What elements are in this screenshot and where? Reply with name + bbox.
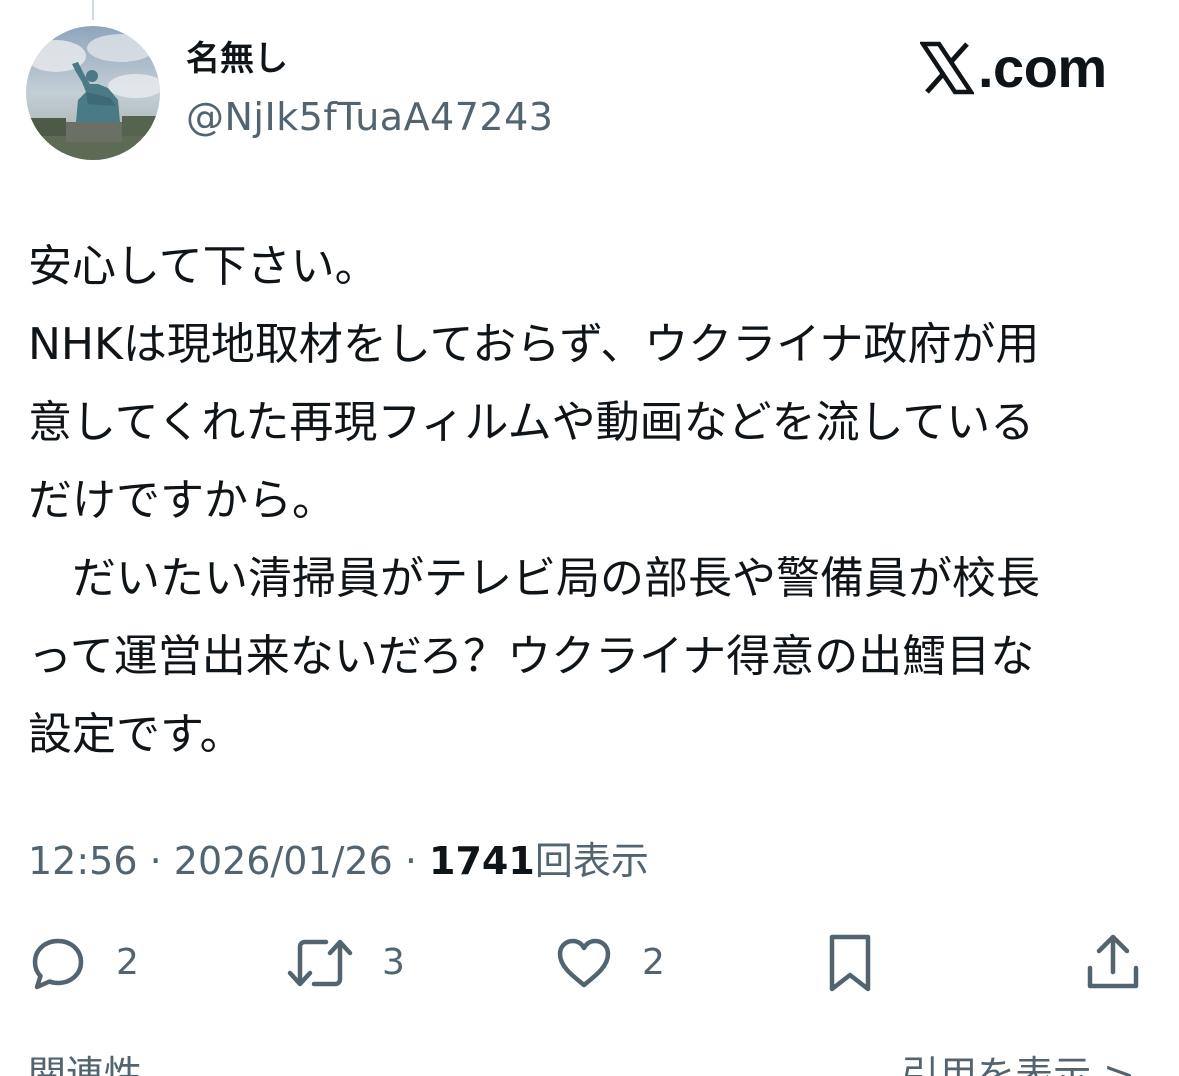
reply-count: 2 [116, 942, 139, 983]
post-metadata: 12:56 · 2026/01/26 · 1741回表示 [28, 838, 649, 884]
repost-button[interactable]: 3 [286, 928, 405, 998]
avatar-statue-image [26, 26, 160, 160]
post-line: だけですから。 [28, 475, 336, 526]
like-button[interactable]: 2 [554, 928, 665, 998]
bookmark-button[interactable] [824, 928, 876, 998]
avatar[interactable] [26, 26, 160, 160]
author-handle[interactable]: @NjIk5fTuaA47243 [186, 98, 553, 136]
meta-separator: · [392, 839, 430, 883]
repost-icon [287, 939, 353, 987]
view-quotes-link[interactable]: 引用を表示 > [901, 1056, 1135, 1076]
meta-separator: · [137, 839, 174, 883]
share-icon [1087, 934, 1139, 989]
repost-count: 3 [382, 942, 405, 983]
post-line: 設定です。 [28, 709, 244, 760]
post-line: だいたい清掃員がテレビ局の部長や警備員が校長 [28, 553, 1040, 604]
bottom-controls-row: 関連性 引用を表示 > [0, 1052, 1179, 1076]
brand-watermark: .com [920, 38, 1107, 98]
sort-relevance-button[interactable]: 関連性 [28, 1056, 142, 1076]
bookmark-icon [829, 934, 871, 992]
views-count: 1741 [429, 839, 535, 883]
author-name[interactable]: 名無し [186, 42, 288, 76]
post-line: 安心して下さい。 [28, 241, 379, 292]
post-body: 安心して下さい。 NHKは現地取材をしておらず、ウクライナ政府が用 意してくれた… [28, 228, 1148, 774]
post-line: NHKは現地取材をしておらず、ウクライナ政府が用 [28, 319, 1040, 370]
thread-connector-line [92, 0, 94, 20]
x-logo-icon [920, 41, 974, 95]
post-time[interactable]: 12:56 [28, 839, 138, 883]
post-line: 意してくれた再現フィルムや動画などを流している [28, 397, 1035, 448]
brand-domain-text: .com [978, 36, 1107, 99]
post-date[interactable]: 2026/01/26 [174, 839, 393, 883]
reply-button[interactable]: 2 [28, 928, 139, 998]
heart-icon [557, 938, 611, 988]
like-count: 2 [642, 942, 665, 983]
action-bar: 2 3 2 [0, 928, 1179, 998]
views-label: 回表示 [534, 839, 649, 883]
post-line: って運営出来ないだろ？ウクライナ得意の出鱈目な [28, 631, 1035, 682]
share-button[interactable] [1084, 928, 1142, 998]
reply-icon [32, 938, 84, 990]
